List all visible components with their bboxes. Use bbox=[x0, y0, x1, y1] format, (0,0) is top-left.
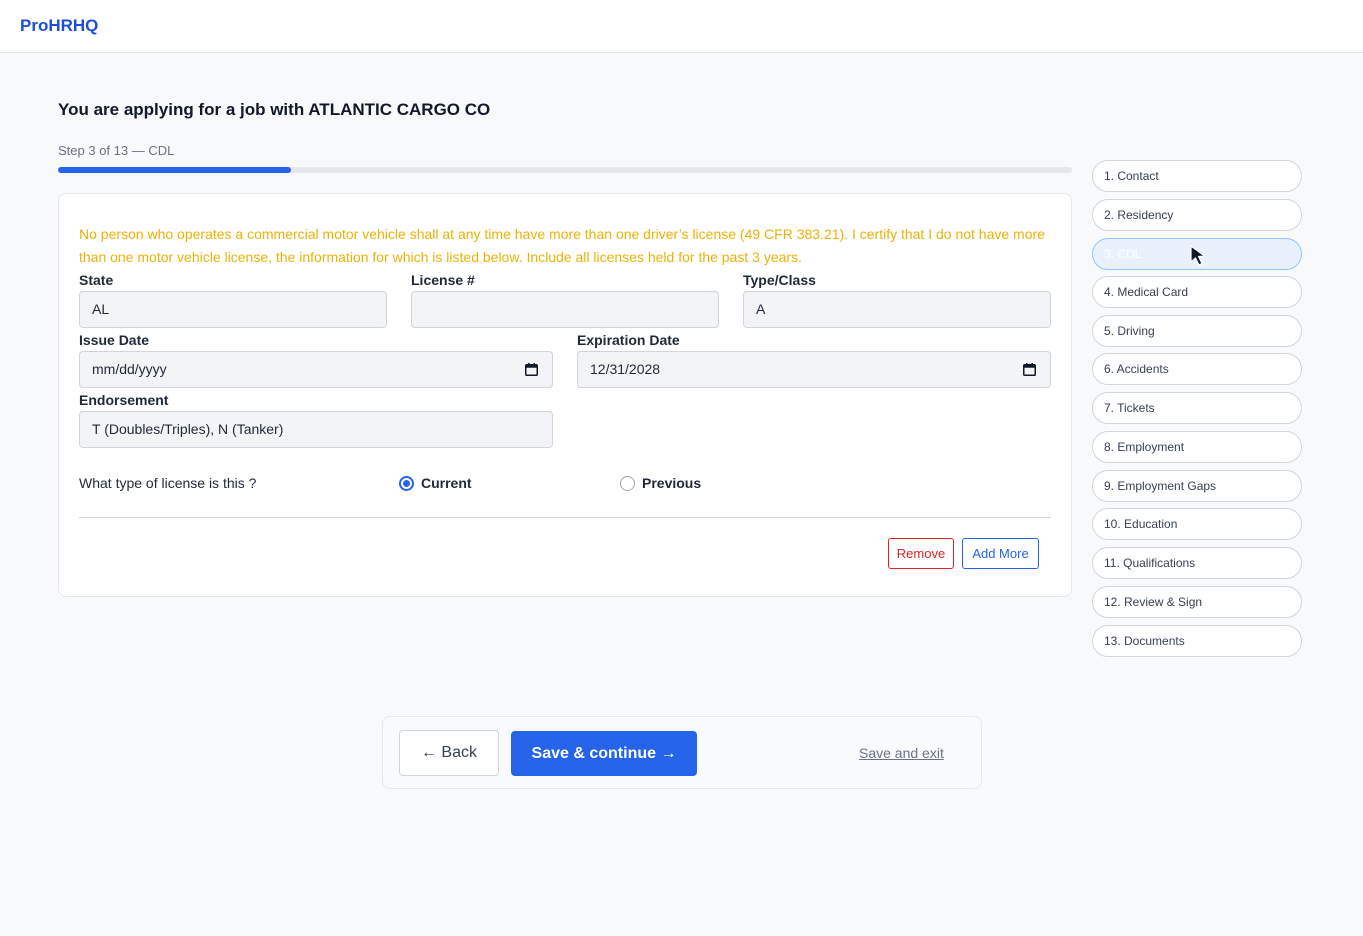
issue-date-label: Issue Date bbox=[79, 332, 150, 348]
page-title: You are applying for a job with ATLANTIC… bbox=[58, 100, 491, 119]
progress-bar bbox=[58, 167, 1072, 173]
sidebar-item-employment-gaps[interactable]: 9. Employment Gaps bbox=[1092, 470, 1302, 502]
license-type-question: What type of license is this ? bbox=[79, 475, 257, 491]
license-number-label: License # bbox=[411, 272, 475, 288]
brand-logo[interactable]: ProHRHQ bbox=[20, 16, 98, 36]
sidebar-item-qualifications[interactable]: 11. Qualifications bbox=[1092, 547, 1302, 579]
license-notice: No person who operates a commercial moto… bbox=[79, 226, 1045, 265]
sidebar-item-education[interactable]: 10. Education bbox=[1092, 508, 1302, 540]
sidebar-item-accidents[interactable]: 6. Accidents bbox=[1092, 353, 1302, 385]
sidebar-item-documents[interactable]: 13. Documents bbox=[1092, 625, 1302, 657]
calendar-icon[interactable] bbox=[525, 363, 538, 376]
sidebar-item-contact[interactable]: 1. Contact bbox=[1092, 160, 1302, 192]
back-button[interactable]: ← Back bbox=[399, 730, 499, 776]
sidebar-item-medical-card[interactable]: 4. Medical Card bbox=[1092, 276, 1302, 308]
cdl-form-card: No person who operates a commercial moto… bbox=[58, 193, 1072, 597]
issue-date-input[interactable]: mm/dd/yyyy bbox=[79, 351, 553, 388]
progress-fill bbox=[58, 167, 292, 173]
radio-current[interactable]: Current bbox=[399, 475, 472, 491]
save-continue-button[interactable]: Save & continue → bbox=[511, 731, 697, 776]
sidebar-item-employment[interactable]: 8. Employment bbox=[1092, 431, 1302, 463]
type-class-label: Type/Class bbox=[743, 272, 816, 288]
radio-unchecked-icon[interactable] bbox=[620, 475, 635, 491]
sidebar-item-driving[interactable]: 5. Driving bbox=[1092, 315, 1302, 347]
divider bbox=[79, 517, 1051, 518]
save-exit-link[interactable]: Save and exit bbox=[859, 745, 944, 761]
endorsement-input[interactable]: T (Doubles/Triples), N (Tanker) bbox=[79, 411, 553, 448]
type-class-input[interactable]: A bbox=[743, 291, 1051, 328]
add-more-button[interactable]: Add More bbox=[962, 538, 1039, 569]
state-input[interactable]: AL bbox=[79, 291, 387, 328]
step-indicator: Step 3 of 13 — CDL bbox=[58, 143, 175, 158]
expiration-date-label: Expiration Date bbox=[577, 332, 680, 348]
state-label: State bbox=[79, 272, 114, 288]
calendar-icon[interactable] bbox=[1023, 363, 1036, 376]
top-bar: ProHRHQ bbox=[0, 0, 1363, 53]
radio-current-label: Current bbox=[421, 475, 472, 491]
remove-button[interactable]: Remove bbox=[888, 538, 954, 569]
mouse-pointer-icon bbox=[1190, 245, 1206, 266]
expiration-date-input[interactable]: 12/31/2028 bbox=[577, 351, 1051, 388]
sidebar-item-residency[interactable]: 2. Residency bbox=[1092, 199, 1302, 231]
radio-previous-label: Previous bbox=[642, 475, 702, 491]
radio-checked-icon[interactable] bbox=[399, 475, 414, 491]
endorsement-label: Endorsement bbox=[79, 392, 169, 408]
sidebar-item-review-sign[interactable]: 12. Review & Sign bbox=[1092, 586, 1302, 618]
sidebar-item-tickets[interactable]: 7. Tickets bbox=[1092, 392, 1302, 424]
form-footer: ← Back Save & continue → Save and exit bbox=[382, 716, 982, 789]
license-number-input[interactable] bbox=[411, 291, 719, 328]
radio-previous[interactable]: Previous bbox=[620, 475, 701, 491]
expiration-date-value: 12/31/2028 bbox=[590, 361, 661, 377]
issue-date-value: mm/dd/yyyy bbox=[92, 361, 167, 377]
